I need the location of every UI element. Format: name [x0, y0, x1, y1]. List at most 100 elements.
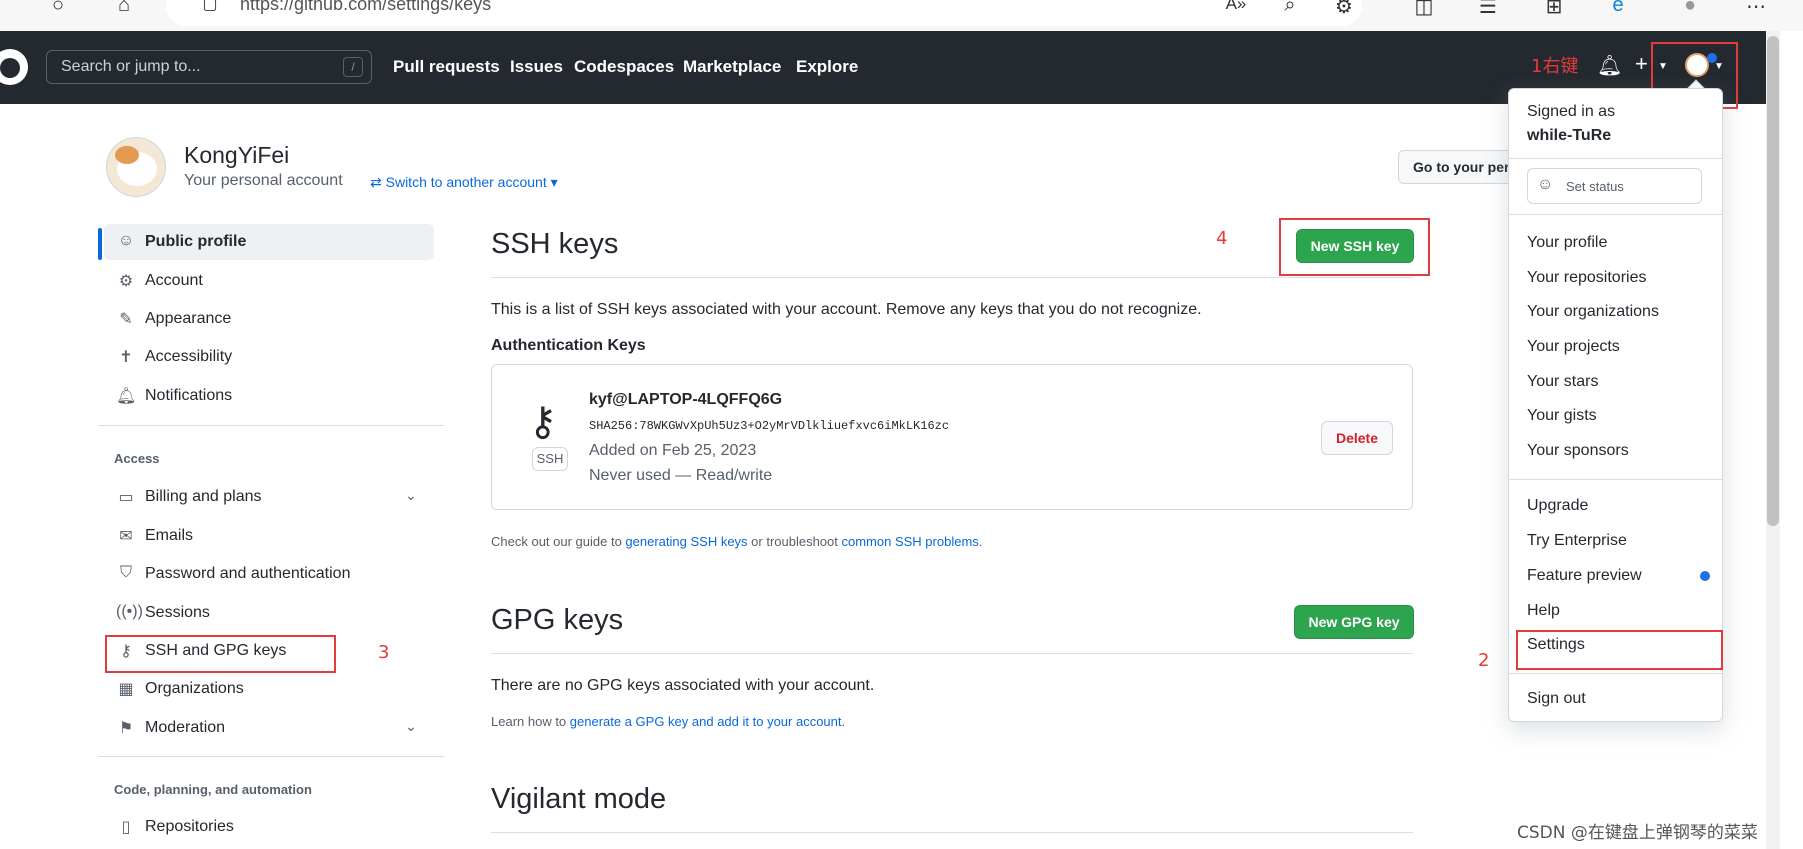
- sidebar-item-account[interactable]: ⚙ Account: [104, 263, 434, 299]
- dropdown-divider: [1509, 214, 1722, 215]
- generating-ssh-keys-link[interactable]: generating SSH keys: [625, 534, 747, 549]
- smiley-icon: ☺: [1537, 176, 1554, 193]
- annotation-step-4: 4: [1216, 228, 1228, 249]
- user-dropdown-menu: Signed in as while-TuRe ☺ Set status You…: [1508, 88, 1723, 722]
- sidebar-item-billing[interactable]: ▭ Billing and plans ⌄: [104, 479, 434, 515]
- menu-your-projects[interactable]: Your projects: [1527, 338, 1620, 356]
- new-gpg-key-button[interactable]: New GPG key: [1294, 605, 1414, 639]
- auth-keys-heading: Authentication Keys: [491, 337, 646, 354]
- gpg-keys-title: GPG keys: [491, 604, 624, 636]
- dropdown-divider: [1509, 479, 1722, 480]
- search-input[interactable]: Search or jump to... /: [46, 50, 372, 84]
- search-placeholder: Search or jump to...: [61, 58, 201, 75]
- circle-icon[interactable]: ○: [44, 0, 72, 17]
- nav-explore[interactable]: Explore: [796, 57, 858, 77]
- annotation-step-3: 3: [378, 642, 390, 663]
- sidebar-item-organizations[interactable]: ▦ Organizations: [104, 671, 434, 707]
- browser-toolbar: ○ ⌂ ▢ https://github.com/settings/keys A…: [0, 0, 1803, 31]
- menu-your-profile[interactable]: Your profile: [1527, 234, 1607, 252]
- favorites-icon[interactable]: ☰: [1474, 0, 1502, 19]
- sidebar-item-accessibility[interactable]: ✝ Accessibility: [104, 339, 434, 375]
- key-fingerprint: SHA256:78WKGWvXpUh5Uz3+O2yMrVDlkliuefxvc…: [589, 419, 950, 433]
- sidebar-item-label: Accessibility: [145, 348, 233, 365]
- common-ssh-problems-link[interactable]: common SSH problems: [842, 534, 979, 549]
- set-status-button[interactable]: ☺ Set status: [1527, 168, 1702, 204]
- scrollbar-thumb[interactable]: [1767, 36, 1779, 526]
- ssh-keys-title: SSH keys: [491, 228, 619, 260]
- gpg-learn-text: Learn how to generate a GPG key and add …: [491, 714, 846, 729]
- broadcast-icon: ((•)): [116, 603, 143, 620]
- nav-codespaces[interactable]: Codespaces: [574, 57, 674, 77]
- sidebar-item-label: Public profile: [145, 233, 247, 250]
- menu-your-repositories[interactable]: Your repositories: [1527, 269, 1646, 287]
- signed-in-label: Signed in as: [1527, 103, 1616, 120]
- split-screen-icon[interactable]: ◫: [1410, 0, 1438, 19]
- mail-icon: ✉: [119, 528, 133, 545]
- sidebar-item-label: Sessions: [145, 604, 210, 621]
- plus-icon[interactable]: +: [1635, 51, 1648, 77]
- bell-icon: 🔔︎: [116, 388, 137, 405]
- sidebar-item-label: Notifications: [145, 387, 233, 404]
- chevron-down-icon: ⌄: [405, 718, 417, 734]
- extension-icon[interactable]: ⚙: [1330, 0, 1358, 19]
- annotation-box-settings: [1516, 630, 1723, 670]
- signed-in-username[interactable]: while-TuRe: [1527, 127, 1611, 145]
- key-title: kyf@LAPTOP-4LQFFQ6G: [589, 391, 783, 408]
- home-icon[interactable]: ⌂: [110, 0, 138, 17]
- nav-marketplace[interactable]: Marketplace: [683, 57, 781, 77]
- delete-key-button[interactable]: Delete: [1321, 421, 1393, 455]
- sidebar-item-emails[interactable]: ✉ Emails: [104, 518, 434, 554]
- sidebar-group-code: Code, planning, and automation: [114, 782, 312, 797]
- menu-upgrade[interactable]: Upgrade: [1527, 497, 1588, 515]
- vigilant-mode-title: Vigilant mode: [491, 783, 667, 815]
- report-icon: ⚑: [118, 720, 134, 737]
- sidebar-item-label: Emails: [145, 527, 194, 544]
- sidebar-item-appearance[interactable]: ✎ Appearance: [104, 301, 434, 337]
- switch-account-link[interactable]: ⇄ Switch to another account ▾: [370, 174, 558, 191]
- switch-arrows-icon: ⇄: [370, 174, 386, 190]
- ssh-tag: SSH: [532, 447, 568, 471]
- annotation-step-2: 2: [1478, 650, 1490, 671]
- address-bar-url[interactable]: https://github.com/settings/keys: [240, 0, 491, 15]
- profile-icon[interactable]: ●: [1676, 0, 1704, 17]
- dropdown-divider: [1509, 673, 1722, 674]
- menu-your-gists[interactable]: Your gists: [1527, 407, 1597, 425]
- sidebar-divider: [98, 425, 444, 426]
- page-info-icon[interactable]: ▢: [196, 0, 224, 14]
- bell-icon[interactable]: 🔔︎: [1597, 53, 1622, 78]
- menu-help[interactable]: Help: [1527, 602, 1560, 620]
- account-avatar[interactable]: [106, 137, 166, 197]
- collections-icon[interactable]: ⊞: [1540, 0, 1568, 19]
- set-status-label: Set status: [1566, 179, 1624, 194]
- credit-card-icon: ▭: [118, 489, 134, 506]
- search-page-icon[interactable]: ⌕: [1276, 0, 1304, 17]
- github-logo-icon[interactable]: [0, 49, 28, 85]
- sidebar-item-label: Account: [145, 272, 203, 289]
- shield-lock-icon: ⛉: [119, 564, 132, 581]
- nav-pull-requests[interactable]: Pull requests: [393, 57, 500, 77]
- menu-sign-out[interactable]: Sign out: [1527, 690, 1586, 708]
- key-icon: ⚷: [528, 400, 558, 444]
- menu-your-stars[interactable]: Your stars: [1527, 373, 1598, 391]
- sidebar-item-sessions[interactable]: ((•)) Sessions: [104, 595, 434, 631]
- account-subtitle: Your personal account: [184, 172, 343, 189]
- more-icon[interactable]: ⋯: [1742, 0, 1770, 19]
- sidebar-item-public-profile[interactable]: ☺ Public profile: [104, 224, 434, 260]
- read-aloud-icon[interactable]: A»: [1222, 0, 1250, 14]
- menu-your-organizations[interactable]: Your organizations: [1527, 303, 1659, 321]
- generate-gpg-key-link[interactable]: generate a GPG key and add it to your ac…: [570, 714, 842, 729]
- person-icon: ☺: [117, 232, 135, 249]
- section-divider: [491, 653, 1413, 654]
- menu-your-sponsors[interactable]: Your sponsors: [1527, 442, 1629, 460]
- sidebar-item-password[interactable]: ⛉ Password and authentication: [104, 556, 434, 592]
- menu-try-enterprise[interactable]: Try Enterprise: [1527, 532, 1627, 550]
- edge-icon[interactable]: e: [1604, 0, 1632, 17]
- sidebar-item-repositories[interactable]: ▯ Repositories: [104, 809, 434, 845]
- account-name: KongYiFei: [184, 142, 290, 168]
- ssh-guide-text: Check out our guide to generating SSH ke…: [491, 534, 983, 549]
- nav-issues[interactable]: Issues: [510, 57, 563, 77]
- menu-feature-preview[interactable]: Feature preview: [1527, 567, 1642, 585]
- sidebar-item-moderation[interactable]: ⚑ Moderation ⌄: [104, 710, 434, 746]
- sidebar-item-notifications[interactable]: 🔔︎ Notifications: [104, 378, 434, 414]
- go-to-profile-button[interactable]: Go to your personal profile: [1398, 150, 1518, 184]
